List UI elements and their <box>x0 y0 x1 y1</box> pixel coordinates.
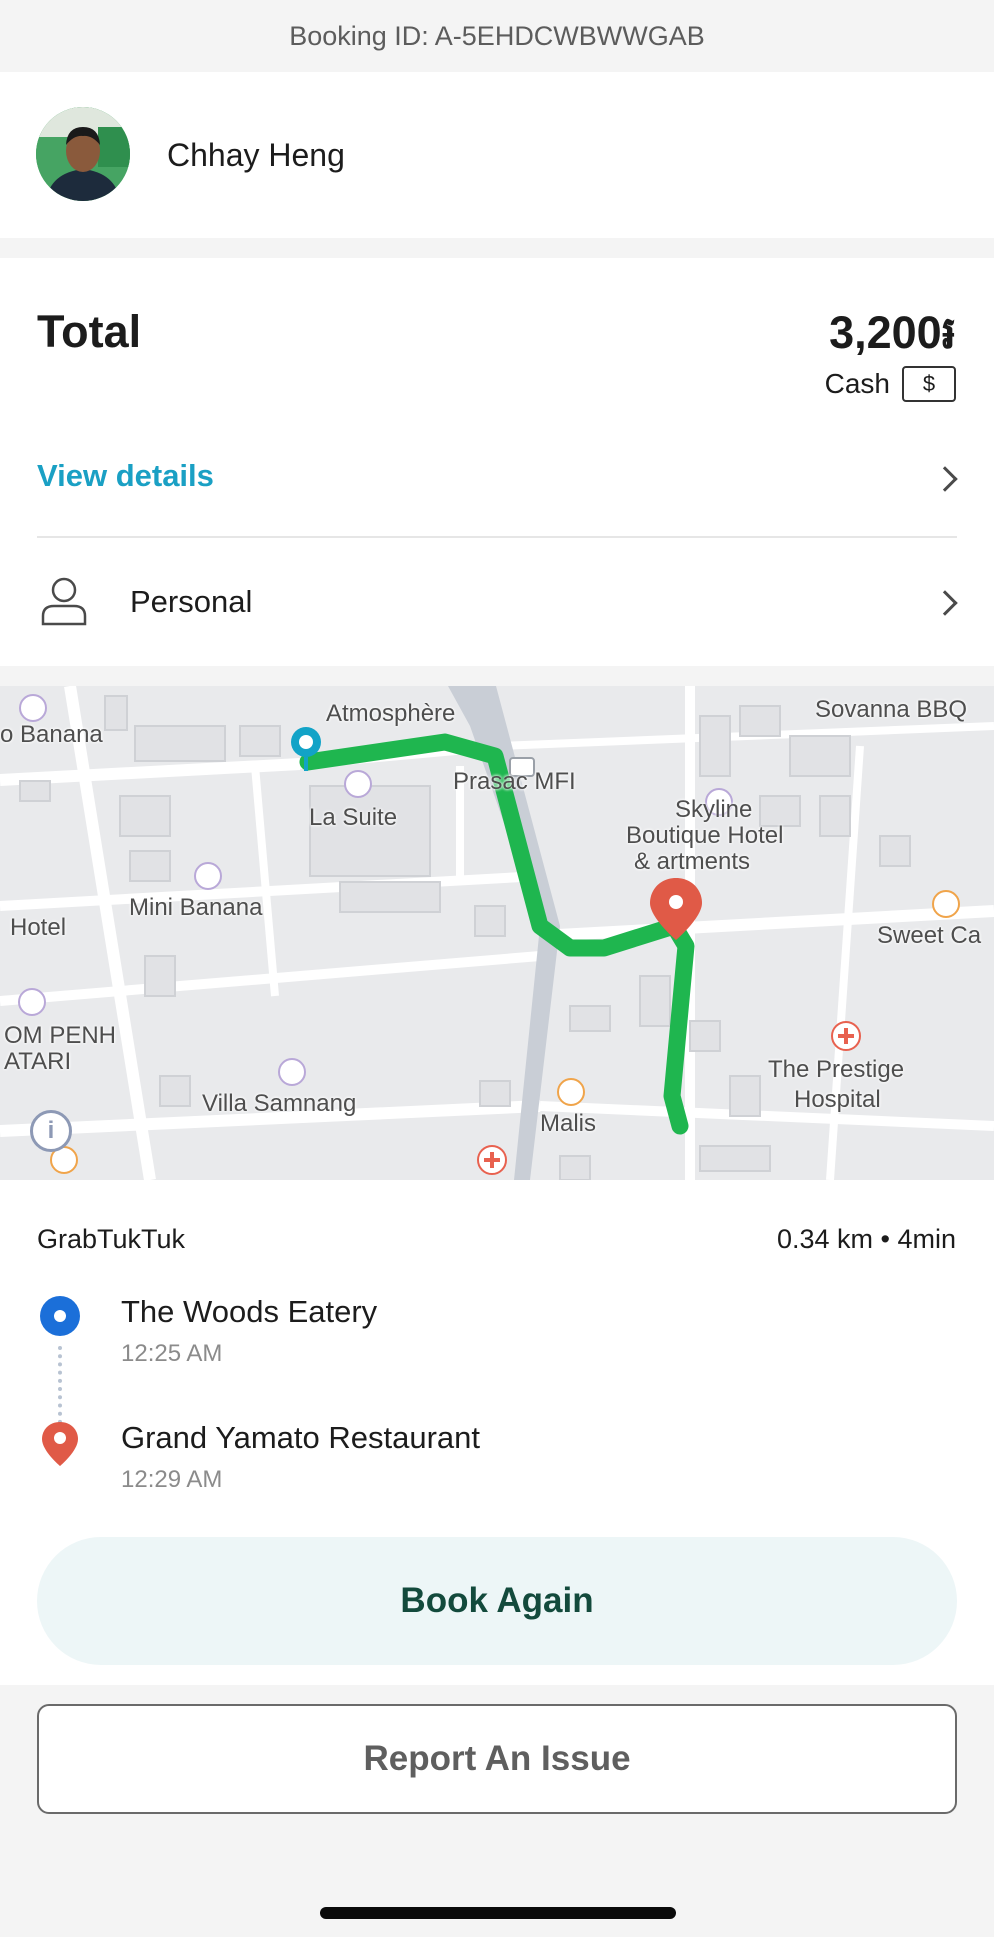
distance-time: 0.34 km • 4min <box>776 1224 956 1254</box>
payment-method-label: Cash <box>824 368 890 399</box>
map-label-skyline-2: Boutique Hotel <box>626 822 784 849</box>
payment-method: Cash $ <box>825 366 956 402</box>
driver-card: Chhay Heng <box>0 72 994 238</box>
map-label-katari: ATARI <box>4 1048 72 1075</box>
book-again-button[interactable]: Book Again <box>37 1537 957 1665</box>
map-label-malis: Malis <box>540 1110 597 1137</box>
chevron-right-icon <box>932 466 958 492</box>
map-label-prestige: The Prestige <box>768 1056 905 1083</box>
trip-card: GrabTukTuk 0.34 km • 4min The Woods Eate… <box>0 1180 994 1685</box>
map-label-skyline-3: & artments <box>634 848 751 875</box>
map-label-sovanna-bbq: Sovanna BBQ <box>815 696 968 723</box>
map-label-mini-banana: Mini Banana <box>129 894 263 921</box>
map-label-om-penh: OM PENH <box>4 1022 117 1049</box>
map-label-banana: o Banana <box>0 721 103 748</box>
map-label-prasac: Prasac MFI <box>453 768 576 795</box>
driver-avatar <box>36 107 130 201</box>
person-icon <box>41 577 87 626</box>
map-label-sweet: Sweet Ca <box>877 922 982 949</box>
vehicle-type: GrabTukTuk <box>37 1224 186 1254</box>
route-map[interactable]: Atmosphère Sovanna BBQ o Banana Prasac M… <box>0 686 994 1180</box>
dropoff-pin-icon <box>42 1422 78 1466</box>
dropoff-time: 12:29 AM <box>121 1466 223 1493</box>
map-label-villa-samnang: Villa Samnang <box>202 1090 357 1117</box>
map-label-hospital: Hospital <box>794 1086 881 1113</box>
report-issue-button[interactable]: Report An Issue <box>37 1704 957 1814</box>
cash-icon: $ <box>902 366 956 402</box>
pickup-time: 12:25 AM <box>121 1340 223 1367</box>
home-indicator[interactable] <box>320 1907 676 1919</box>
pickup-name: The Woods Eatery <box>121 1294 378 1329</box>
map-label-skyline: Skyline <box>675 796 753 823</box>
map-label-atmosphere: Atmosphère <box>326 700 456 727</box>
divider <box>37 536 957 538</box>
dropoff-name: Grand Yamato Restaurant <box>121 1420 480 1455</box>
profile-label: Personal <box>130 584 253 619</box>
total-label: Total <box>37 306 142 357</box>
payment-card: Total 3,200៛ Cash $ View details Persona… <box>0 258 994 666</box>
info-icon[interactable]: i <box>30 1110 72 1152</box>
pickup-marker-icon <box>40 1296 80 1336</box>
map-label-hotel: Hotel <box>10 914 67 941</box>
booking-id: Booking ID: A-5EHDCWBWWGAB <box>0 0 994 72</box>
driver-name: Chhay Heng <box>167 137 345 173</box>
route-connector <box>58 1346 62 1424</box>
view-details-link[interactable]: View details <box>37 458 214 494</box>
map-label-la-suite: La Suite <box>309 804 398 831</box>
total-amount: 3,200៛ <box>829 307 956 358</box>
chevron-right-icon <box>932 590 958 616</box>
